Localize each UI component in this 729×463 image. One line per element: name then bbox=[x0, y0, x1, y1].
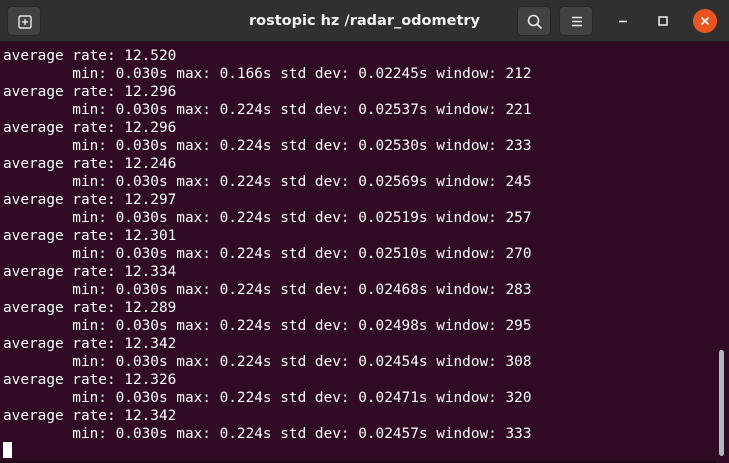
output-line: average rate: 12.334 bbox=[3, 264, 177, 280]
close-button[interactable] bbox=[693, 9, 717, 33]
output-line: min: 0.030s max: 0.224s std dev: 0.02498… bbox=[3, 318, 532, 334]
output-line: min: 0.030s max: 0.224s std dev: 0.02454… bbox=[3, 354, 532, 370]
output-line: average rate: 12.296 bbox=[3, 120, 177, 136]
menu-button[interactable] bbox=[559, 6, 593, 36]
output-line: average rate: 12.289 bbox=[3, 300, 177, 316]
output-line: min: 0.030s max: 0.166s std dev: 0.02245… bbox=[3, 66, 532, 82]
maximize-icon bbox=[658, 16, 668, 26]
terminal-output[interactable]: average rate: 12.520 min: 0.030s max: 0.… bbox=[0, 42, 729, 463]
search-icon bbox=[527, 14, 542, 29]
terminal-window: rostopic hz /radar_odometry average rate… bbox=[0, 0, 729, 463]
output-line: average rate: 12.326 bbox=[3, 372, 177, 388]
output-line: average rate: 12.520 bbox=[3, 48, 177, 64]
hamburger-menu-icon bbox=[572, 16, 582, 27]
output-line: average rate: 12.296 bbox=[3, 84, 177, 100]
scrollbar-thumb[interactable] bbox=[719, 350, 724, 456]
output-line: average rate: 12.246 bbox=[3, 156, 177, 172]
title-bar[interactable]: rostopic hz /radar_odometry bbox=[0, 0, 729, 42]
text-cursor bbox=[3, 442, 12, 458]
maximize-button[interactable] bbox=[651, 9, 675, 33]
output-line: min: 0.030s max: 0.224s std dev: 0.02519… bbox=[3, 210, 532, 226]
output-line: min: 0.030s max: 0.224s std dev: 0.02569… bbox=[3, 174, 532, 190]
output-line: average rate: 12.301 bbox=[3, 228, 177, 244]
new-tab-button[interactable] bbox=[7, 6, 41, 36]
output-line: min: 0.030s max: 0.224s std dev: 0.02468… bbox=[3, 282, 532, 298]
output-line: min: 0.030s max: 0.224s std dev: 0.02471… bbox=[3, 390, 532, 406]
minimize-icon bbox=[619, 20, 627, 23]
output-line: min: 0.030s max: 0.224s std dev: 0.02530… bbox=[3, 138, 532, 154]
output-line: average rate: 12.342 bbox=[3, 336, 177, 352]
vertical-scrollbar[interactable] bbox=[716, 42, 729, 463]
output-line: min: 0.030s max: 0.224s std dev: 0.02510… bbox=[3, 246, 532, 262]
output-line: min: 0.030s max: 0.224s std dev: 0.02537… bbox=[3, 102, 532, 118]
new-tab-icon bbox=[18, 15, 32, 29]
output-line: average rate: 12.297 bbox=[3, 192, 177, 208]
minimize-button[interactable] bbox=[611, 9, 635, 33]
output-line: min: 0.030s max: 0.224s std dev: 0.02457… bbox=[3, 426, 532, 442]
close-icon bbox=[700, 16, 710, 26]
search-button[interactable] bbox=[517, 6, 551, 36]
output-line: average rate: 12.342 bbox=[3, 408, 177, 424]
